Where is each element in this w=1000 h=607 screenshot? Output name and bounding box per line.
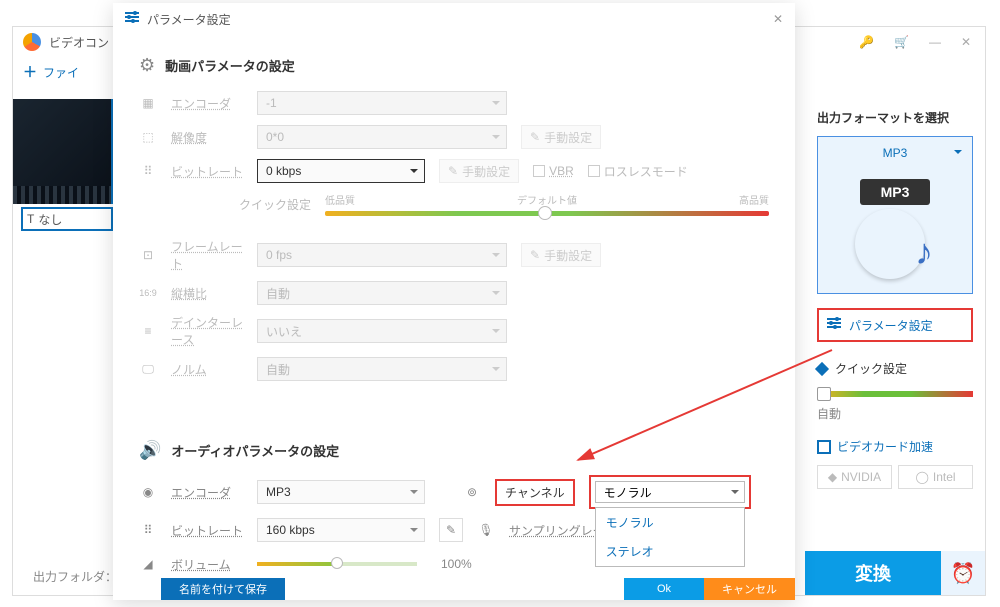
video-section-title: 動画パラメータの設定 (165, 56, 295, 75)
gpu-accel-row[interactable]: ビデオカード加速 (817, 438, 973, 455)
dialog-title: パラメータ設定 (147, 11, 231, 28)
norm-icon: 🖵 (139, 362, 157, 377)
app-title: ビデオコン (49, 34, 109, 51)
minimize-button[interactable]: — (925, 31, 945, 53)
key-icon[interactable]: 🔑 (855, 31, 878, 53)
aspect-select: 自動 (257, 281, 507, 305)
audio-section-title: オーディオパラメータの設定 (171, 441, 339, 460)
subtitle-selector[interactable]: T なし (21, 207, 113, 231)
vbr-checkbox[interactable]: VBR (533, 164, 574, 178)
channel-option-stereo[interactable]: ステレオ (596, 537, 744, 566)
video-encoder-label: エンコーダ (171, 95, 243, 112)
framerate-select: 0 fps (257, 243, 507, 267)
audio-encoder-label: エンコーダ (171, 484, 243, 501)
norm-label: ノルム (171, 361, 243, 378)
mp3-tag: MP3 (860, 179, 930, 205)
channel-icon: ⊚ (463, 485, 481, 499)
video-encoder-select: -1 (257, 91, 507, 115)
audio-speaker-icon: 🔊 (139, 440, 161, 461)
param-button-label: パラメータ設定 (849, 317, 933, 334)
bitrate-icon: ⠿ (139, 164, 157, 178)
framerate-label: フレームレート (171, 238, 243, 272)
framerate-icon: ⊡ (139, 248, 157, 262)
music-note-icon: ♪ (915, 234, 943, 274)
video-bitrate-select[interactable]: 0 kbps (257, 159, 425, 183)
cancel-button[interactable]: キャンセル (704, 578, 795, 600)
chip-icon (817, 440, 831, 454)
resolution-label: 解像度 (171, 129, 243, 146)
resolution-icon: ⬚ (139, 130, 157, 144)
save-as-button[interactable]: 名前を付けて保存 (161, 578, 285, 600)
format-section-title: 出力フォーマットを選択 (817, 109, 973, 126)
output-folder-label: 出力フォルダ： (33, 568, 117, 585)
format-dropdown[interactable]: MP3 (822, 141, 968, 165)
audio-bitrate-select[interactable]: 160 kbps (257, 518, 425, 542)
channel-label: チャンネル (495, 479, 575, 506)
cart-icon[interactable]: 🛒 (890, 31, 913, 53)
close-button[interactable]: ✕ (957, 31, 975, 53)
audio-bitrate-icon: ⠿ (139, 523, 157, 537)
framerate-manual-button: ✎手動設定 (521, 243, 601, 267)
channel-select[interactable]: モノラル (595, 481, 745, 503)
quality-slider[interactable] (325, 211, 769, 216)
channel-option-mono[interactable]: モノラル (596, 508, 744, 537)
deinterlace-select: いいえ (257, 319, 507, 343)
resolution-select: 0*0 (257, 125, 507, 149)
samplerate-icon: 🎙 (477, 523, 495, 537)
quick-settings-label: クイック設定 (817, 360, 973, 377)
add-file-button[interactable]: ファイ (43, 64, 79, 81)
lossless-checkbox[interactable]: ロスレスモード (588, 163, 688, 180)
bitrate-manual-button: ✎手動設定 (439, 159, 519, 183)
parameter-settings-button[interactable]: パラメータ設定 (817, 308, 973, 342)
deinterlace-icon: ≡ (139, 324, 157, 338)
audio-bitrate-label: ビットレート (171, 522, 243, 539)
norm-select: 自動 (257, 357, 507, 381)
volume-slider[interactable] (257, 562, 417, 566)
dialog-titlebar: パラメータ設定 ✕ (113, 3, 795, 35)
schedule-button[interactable]: ⏰ (941, 551, 985, 595)
video-bitrate-label: ビットレート (171, 163, 243, 180)
resolution-manual-button: ✎手動設定 (521, 125, 601, 149)
plus-icon: ＋ (23, 62, 37, 82)
intel-button[interactable]: ◯Intel (898, 465, 973, 489)
video-gear-icon: ⚙ (139, 55, 155, 76)
auto-label: 自動 (817, 405, 973, 422)
audio-encoder-icon: ◉ (139, 485, 157, 499)
aspect-label: 縦横比 (171, 285, 243, 302)
quick-setting-label: クイック設定 (239, 196, 311, 213)
aspect-icon: 16:9 (139, 288, 157, 298)
volume-value: 100% (441, 557, 472, 571)
deinterlace-label: デインターレース (171, 314, 243, 348)
audio-encoder-select[interactable]: MP3 (257, 480, 425, 504)
convert-button[interactable]: 変換 (805, 551, 941, 595)
channel-dropdown-panel: モノラル ステレオ (595, 507, 745, 567)
volume-label: ボリューム (171, 556, 243, 573)
diamond-icon (815, 361, 829, 375)
ok-button[interactable]: Ok (624, 578, 704, 600)
format-preview-icon: MP3 ♪ (822, 169, 968, 289)
low-quality-label: 低品質 (325, 192, 355, 207)
audio-bitrate-edit-button[interactable]: ✎ (439, 518, 463, 542)
high-quality-label: 高品質 (739, 192, 769, 207)
format-card[interactable]: MP3 MP3 ♪ (817, 136, 973, 294)
sliders-icon (827, 318, 841, 332)
channel-dropdown-wrap: モノラル モノラル ステレオ (589, 475, 751, 509)
subtitle-value: なし (38, 211, 62, 228)
sliders-icon (125, 12, 139, 26)
video-thumbnail[interactable] (13, 99, 113, 204)
dialog-close-button[interactable]: ✕ (773, 12, 783, 26)
quick-quality-slider[interactable] (817, 391, 973, 397)
app-logo-icon (23, 33, 41, 51)
volume-icon: ◢ (139, 557, 157, 571)
parameter-dialog: パラメータ設定 ✕ ⚙ 動画パラメータの設定 ▦ エンコーダ -1 ⬚ 解像度 … (113, 3, 795, 600)
nvidia-button[interactable]: ◆NVIDIA (817, 465, 892, 489)
text-icon: T (27, 212, 34, 226)
right-panel: 出力フォーマットを選択 MP3 MP3 ♪ パラメータ設定 クイック設定 自動 … (805, 99, 985, 559)
default-quality-label: デフォルト値 (517, 192, 577, 207)
encoder-icon: ▦ (139, 96, 157, 110)
